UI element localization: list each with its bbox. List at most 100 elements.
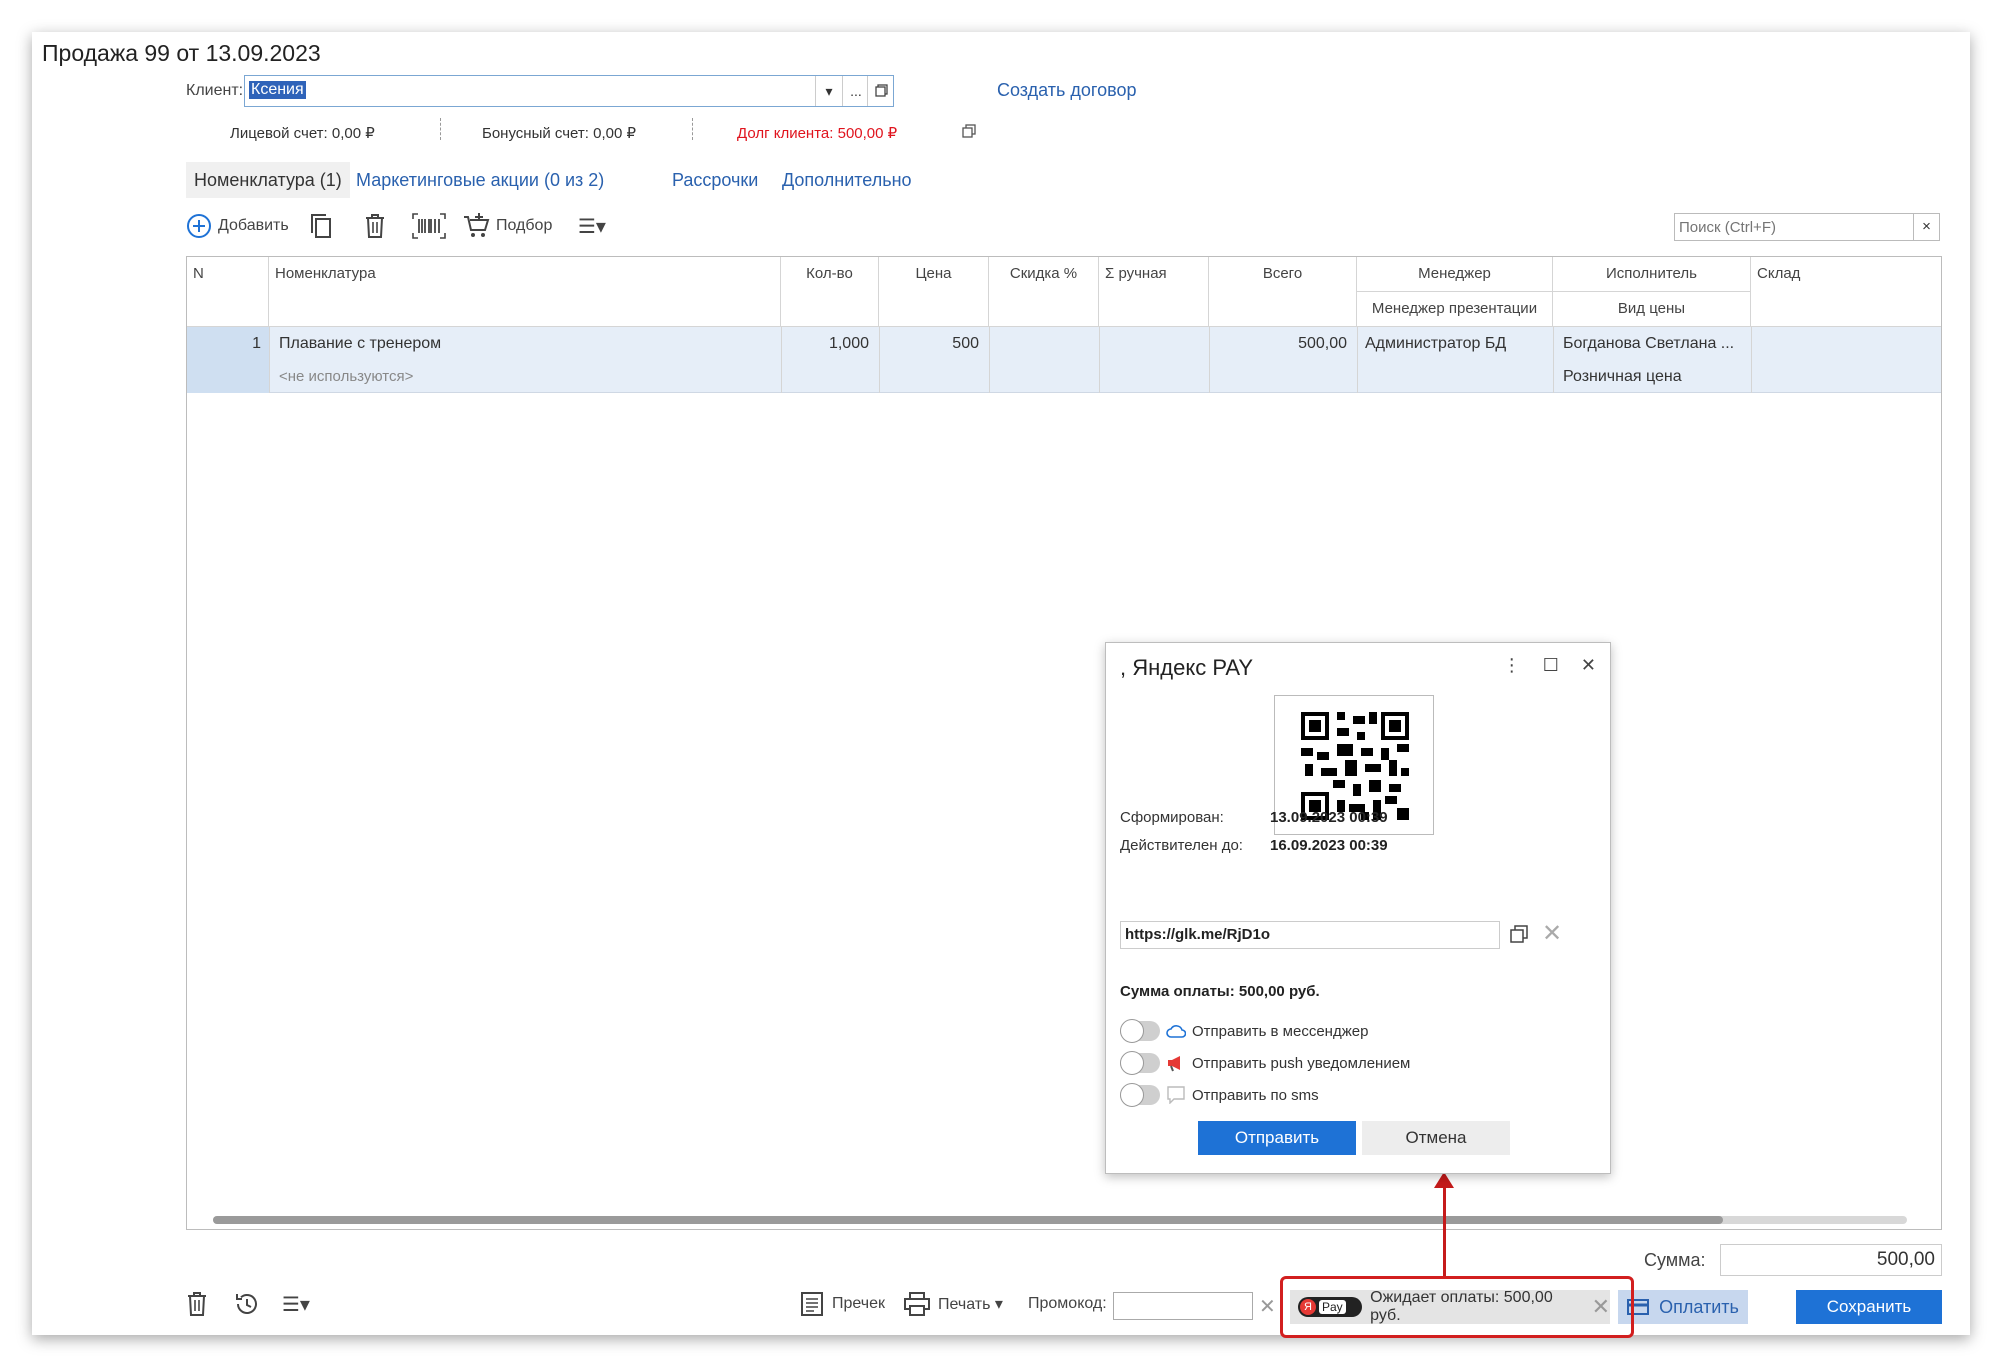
cell-manager[interactable]: Администратор БД bbox=[1365, 335, 1549, 353]
dialog-window-controls: ⋮ ☐ ✕ bbox=[1503, 655, 1596, 676]
col-qty[interactable]: Кол-во bbox=[781, 257, 879, 327]
more-vertical-icon[interactable]: ⋮ bbox=[1503, 655, 1521, 676]
divider bbox=[1553, 327, 1554, 393]
cell-executor[interactable]: Богданова Светлана ... bbox=[1563, 335, 1747, 353]
create-contract-link[interactable]: Создать договор bbox=[997, 80, 1136, 101]
annotation-highlight bbox=[1280, 1276, 1634, 1338]
close-icon[interactable]: ✕ bbox=[1581, 655, 1596, 676]
messenger-toggle[interactable] bbox=[1120, 1019, 1160, 1043]
divider bbox=[989, 327, 990, 393]
search-field[interactable]: × bbox=[1674, 213, 1940, 241]
col-presentation-manager[interactable]: Менеджер презентации bbox=[1357, 292, 1553, 327]
col-warehouse[interactable]: Склад bbox=[1751, 257, 1941, 327]
pay-label: Оплатить bbox=[1659, 1296, 1739, 1317]
cell-qty[interactable]: 1,000 bbox=[781, 335, 869, 353]
push-toggle[interactable] bbox=[1120, 1051, 1160, 1075]
personal-account[interactable]: Лицевой счет: 0,00 ₽ bbox=[230, 124, 375, 142]
clear-url-icon[interactable]: ✕ bbox=[1542, 919, 1562, 948]
sum-label: Сумма: bbox=[1644, 1250, 1706, 1270]
delete-button[interactable] bbox=[364, 208, 386, 244]
divider bbox=[440, 118, 441, 140]
tab-marketing[interactable]: Маркетинговые акции (0 из 2) bbox=[356, 162, 604, 198]
option-push-label: Отправить push уведомлением bbox=[1192, 1054, 1411, 1072]
col-item[interactable]: Номенклатура bbox=[269, 257, 781, 327]
more-menu-button[interactable]: ☰▾ bbox=[578, 208, 606, 244]
pick-label: Подбор bbox=[496, 217, 553, 234]
tab-nomenclature[interactable]: Номенклатура (1) bbox=[186, 162, 350, 198]
col-price[interactable]: Цена bbox=[879, 257, 989, 327]
bonus-account[interactable]: Бонусный счет: 0,00 ₽ bbox=[482, 124, 636, 142]
copy-button[interactable] bbox=[308, 208, 334, 244]
search-clear-button[interactable]: × bbox=[1913, 214, 1939, 240]
tab-additional[interactable]: Дополнительно bbox=[782, 162, 912, 198]
option-messenger-label: Отправить в мессенджер bbox=[1192, 1022, 1369, 1040]
option-sms-label: Отправить по sms bbox=[1192, 1086, 1319, 1104]
option-sms[interactable]: Отправить по sms bbox=[1120, 1083, 1319, 1107]
col-total[interactable]: Всего bbox=[1209, 257, 1357, 327]
history-icon bbox=[236, 1294, 257, 1314]
sum-value: 500,00 bbox=[1720, 1244, 1942, 1276]
client-open-button[interactable] bbox=[867, 76, 894, 106]
divider bbox=[1357, 327, 1358, 393]
col-discount[interactable]: Скидка % bbox=[989, 257, 1099, 327]
cell-total[interactable]: 500,00 bbox=[1209, 335, 1347, 353]
copy-icon bbox=[311, 214, 331, 238]
col-manual-sum[interactable]: Σ ручная bbox=[1099, 257, 1209, 327]
col-n[interactable]: N bbox=[187, 257, 269, 327]
dialog-title: , Яндекс PAY bbox=[1120, 655, 1254, 680]
send-button[interactable]: Отправить bbox=[1198, 1121, 1356, 1155]
promo-code-input[interactable] bbox=[1113, 1292, 1253, 1320]
page-title: Продажа 99 от 13.09.2023 bbox=[42, 40, 321, 66]
cell-item[interactable]: Плавание с тренером bbox=[279, 335, 775, 353]
precheck-label: Пречек bbox=[832, 1295, 885, 1312]
tab-installments[interactable]: Рассрочки bbox=[672, 162, 758, 198]
print-button[interactable]: Печать ▾ bbox=[904, 1286, 1003, 1322]
scrollbar-thumb[interactable] bbox=[213, 1216, 1723, 1224]
col-price-type[interactable]: Вид цены bbox=[1553, 292, 1751, 327]
cell-n[interactable]: 1 bbox=[187, 335, 261, 353]
promo-clear-icon[interactable]: ✕ bbox=[1259, 1294, 1276, 1319]
pick-button[interactable]: Подбор bbox=[462, 208, 552, 244]
col-executor[interactable]: Исполнитель bbox=[1553, 257, 1751, 292]
client-dropdown-button[interactable]: ▾ bbox=[815, 76, 842, 106]
option-messenger[interactable]: Отправить в мессенджер bbox=[1120, 1019, 1368, 1043]
cell-item-sub[interactable]: <не используются> bbox=[279, 368, 775, 385]
divider bbox=[269, 327, 270, 393]
items-table: N Номенклатура Кол-во Цена Скидка % Σ ру… bbox=[186, 256, 1942, 1230]
cell-price[interactable]: 500 bbox=[879, 335, 979, 353]
col-manager[interactable]: Менеджер bbox=[1357, 257, 1553, 292]
divider bbox=[1751, 327, 1752, 393]
more-menu-button[interactable]: ☰▾ bbox=[282, 1286, 310, 1322]
maximize-icon[interactable]: ☐ bbox=[1543, 655, 1559, 676]
cloud-icon bbox=[1166, 1021, 1186, 1041]
sms-toggle[interactable] bbox=[1120, 1083, 1160, 1107]
copy-icon[interactable] bbox=[1510, 925, 1528, 943]
precheck-button[interactable]: Пречек bbox=[800, 1286, 885, 1322]
open-window-icon[interactable] bbox=[962, 124, 976, 138]
trash-icon bbox=[366, 214, 384, 238]
delete-doc-button[interactable] bbox=[186, 1286, 208, 1322]
save-button[interactable]: Сохранить bbox=[1796, 1290, 1942, 1324]
valid-until-label: Действителен до: bbox=[1120, 837, 1243, 854]
printer-icon bbox=[904, 1292, 930, 1316]
annotation-arrow bbox=[1443, 1182, 1446, 1276]
receipt-icon bbox=[801, 1292, 823, 1316]
add-button[interactable]: Добавить bbox=[186, 208, 289, 244]
search-input[interactable] bbox=[1675, 214, 1911, 240]
cell-price-type[interactable]: Розничная цена bbox=[1563, 368, 1747, 386]
barcode-icon bbox=[412, 213, 446, 239]
client-debt[interactable]: Долг клиента: 500,00 ₽ bbox=[737, 124, 897, 142]
annotation-arrow-head bbox=[1434, 1172, 1454, 1188]
pay-button[interactable]: Оплатить bbox=[1618, 1290, 1748, 1324]
client-label: Клиент: bbox=[186, 82, 244, 99]
cancel-button[interactable]: Отмена bbox=[1362, 1121, 1510, 1155]
horizontal-scrollbar[interactable] bbox=[213, 1216, 1907, 1224]
cart-plus-icon bbox=[464, 213, 490, 237]
client-input[interactable]: Ксения ▾ ... bbox=[244, 75, 894, 107]
option-push[interactable]: Отправить push уведомлением bbox=[1120, 1051, 1410, 1075]
payment-url-field[interactable]: https://glk.me/RjD1o bbox=[1120, 921, 1500, 949]
barcode-button[interactable] bbox=[412, 208, 446, 244]
history-button[interactable] bbox=[234, 1286, 260, 1322]
client-select-button[interactable]: ... bbox=[842, 76, 869, 106]
client-value[interactable]: Ксения bbox=[249, 81, 306, 99]
